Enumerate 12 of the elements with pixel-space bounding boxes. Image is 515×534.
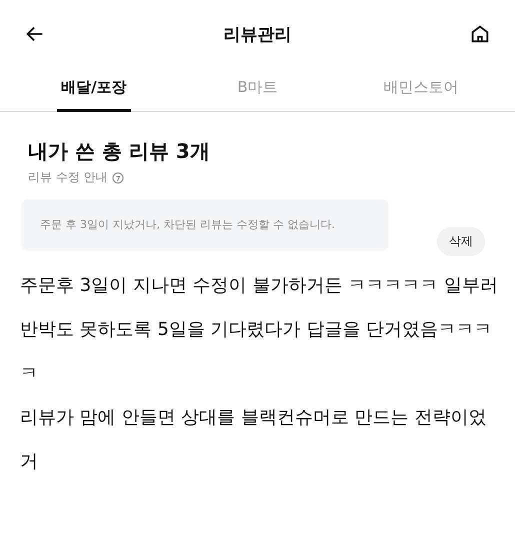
review-count-heading: 내가 쓴 총 리뷰 3개 — [28, 138, 211, 165]
delete-button[interactable]: 삭제 — [437, 227, 485, 256]
edit-guide-tooltip: 주문 후 3일이 지났거나, 차단된 리뷰는 수정할 수 없습니다. — [22, 200, 388, 250]
tab[interactable]: 배민스토어 — [380, 68, 463, 112]
page-title: 리뷰관리 — [224, 24, 292, 46]
tab[interactable]: B마트 — [233, 68, 282, 112]
home-icon[interactable] — [469, 23, 491, 45]
comment-text: 리뷰가 맘에 안들면 상대를 블랙컨슈머로 만드는 전략이었거 — [20, 406, 488, 474]
tab[interactable]: 배달/포장 — [57, 68, 131, 112]
help-icon[interactable] — [112, 172, 124, 184]
comment-text: 주문후 3일이 지나면 수정이 불가하거든 ㅋㅋㅋㅋㅋ 일부러 반박도 못하도록 5일을 기다렸다가 답글을 단거였음ㅋㅋㅋㅋ — [20, 274, 499, 386]
edit-guide-link[interactable]: 리뷰 수정 안내 — [28, 169, 108, 186]
